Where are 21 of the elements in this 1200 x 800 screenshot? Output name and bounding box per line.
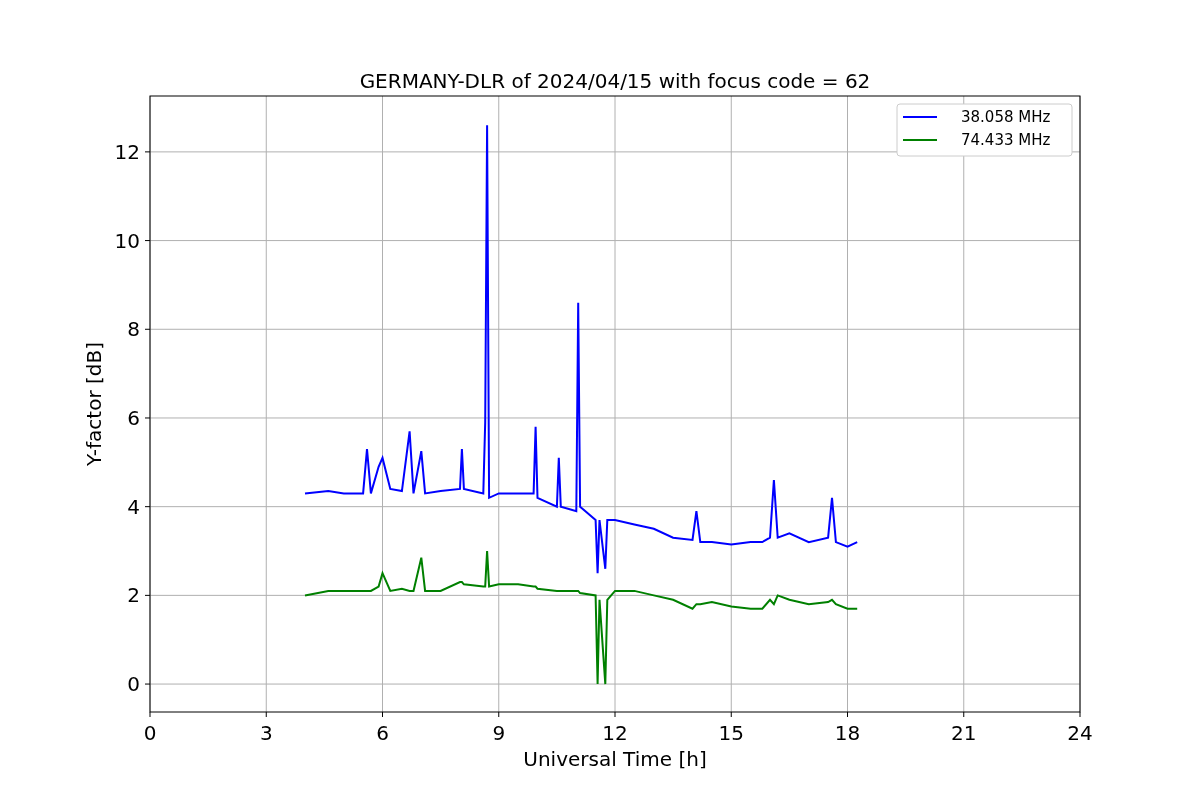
x-tick-label: 21 — [951, 721, 977, 745]
x-tick-label: 18 — [834, 721, 861, 745]
x-axis-label: Universal Time [h] — [523, 747, 707, 771]
legend-label: 38.058 MHz — [961, 108, 1051, 126]
legend-label: 74.433 MHz — [961, 131, 1051, 149]
x-tick-label: 15 — [718, 721, 744, 745]
y-tick-label: 8 — [127, 317, 140, 342]
chart-title: GERMANY-DLR of 2024/04/15 with focus code = 62 — [359, 69, 871, 93]
y-tick-label: 2 — [127, 583, 140, 608]
x-tick-label: 24 — [1067, 721, 1093, 745]
x-tick-label: 12 — [602, 721, 628, 745]
y-tick-label: 0 — [127, 672, 140, 697]
x-tick-label: 3 — [259, 721, 273, 745]
y-tick-label: 6 — [127, 405, 140, 430]
y-tick-label: 12 — [114, 139, 140, 164]
y-axis-label: Y-factor [dB] — [82, 342, 106, 466]
x-tick-label: 0 — [143, 721, 157, 745]
y-tick-label: 4 — [127, 494, 140, 519]
x-tick-label: 9 — [492, 721, 506, 745]
x-tick-label: 6 — [376, 721, 389, 745]
y-tick-label: 10 — [114, 228, 140, 253]
